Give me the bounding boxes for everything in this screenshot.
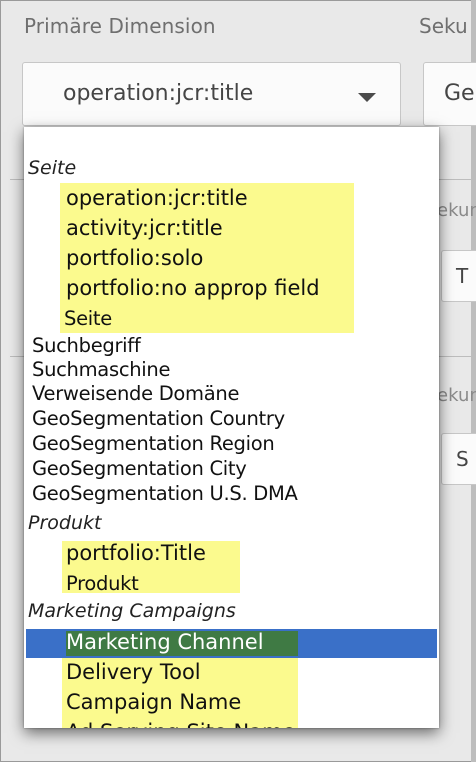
list-item[interactable]: GeoSegmentation U.S. DMA (32, 482, 298, 505)
group-header-marketing-campaigns: Marketing Campaigns (28, 600, 236, 622)
list-item[interactable]: GeoSegmentation City (32, 457, 247, 480)
group-header-seite: Seite (28, 157, 77, 179)
secondary-dimension-value-3: S (456, 447, 469, 471)
secondary-dimension-select-2[interactable]: T (441, 250, 476, 302)
list-item[interactable]: Produkt (66, 572, 139, 595)
secondary-dimension-label: Seku (419, 14, 468, 38)
primary-dimension-value: operation:jcr:title (63, 81, 254, 106)
list-item[interactable]: Seite (64, 307, 112, 330)
list-item[interactable]: Campaign Name (66, 690, 241, 714)
secondary-dimension-select-3[interactable]: S (441, 433, 476, 485)
list-item[interactable]: Suchmaschine (32, 358, 170, 381)
primary-dimension-select[interactable]: operation:jcr:title (22, 62, 401, 126)
secondary-dimension-label-3: ekun (437, 385, 476, 406)
secondary-dimension-value-2: T (456, 264, 469, 288)
list-item[interactable]: Ad Serving Site Name (66, 720, 295, 728)
list-item[interactable]: portfolio:no approp field (66, 276, 320, 300)
list-item[interactable]: portfolio:solo (66, 246, 203, 270)
list-item[interactable]: portfolio:Title (66, 541, 206, 565)
list-item[interactable]: operation:jcr:title (66, 186, 248, 210)
list-item[interactable]: GeoSegmentation Country (32, 407, 285, 430)
list-item[interactable]: Suchbegriff (32, 334, 141, 357)
list-item-selected[interactable]: Marketing Channel (66, 630, 264, 654)
list-item[interactable]: Delivery Tool (66, 660, 201, 684)
primary-dimension-label: Primäre Dimension (24, 14, 216, 38)
secondary-dimension-select[interactable]: Ge (423, 62, 476, 126)
secondary-dimension-label-2: ekun (437, 200, 476, 221)
list-item[interactable]: Verweisende Domäne (32, 382, 239, 405)
group-header-produkt: Produkt (28, 512, 102, 534)
secondary-dimension-value: Ge (444, 81, 475, 106)
chevron-down-icon[interactable] (358, 93, 376, 102)
list-item[interactable]: activity:jcr:title (66, 216, 223, 240)
list-item[interactable]: GeoSegmentation Region (32, 432, 275, 455)
dimension-dropdown-list[interactable]: Seite operation:jcr:title activity:jcr:t… (24, 127, 439, 728)
